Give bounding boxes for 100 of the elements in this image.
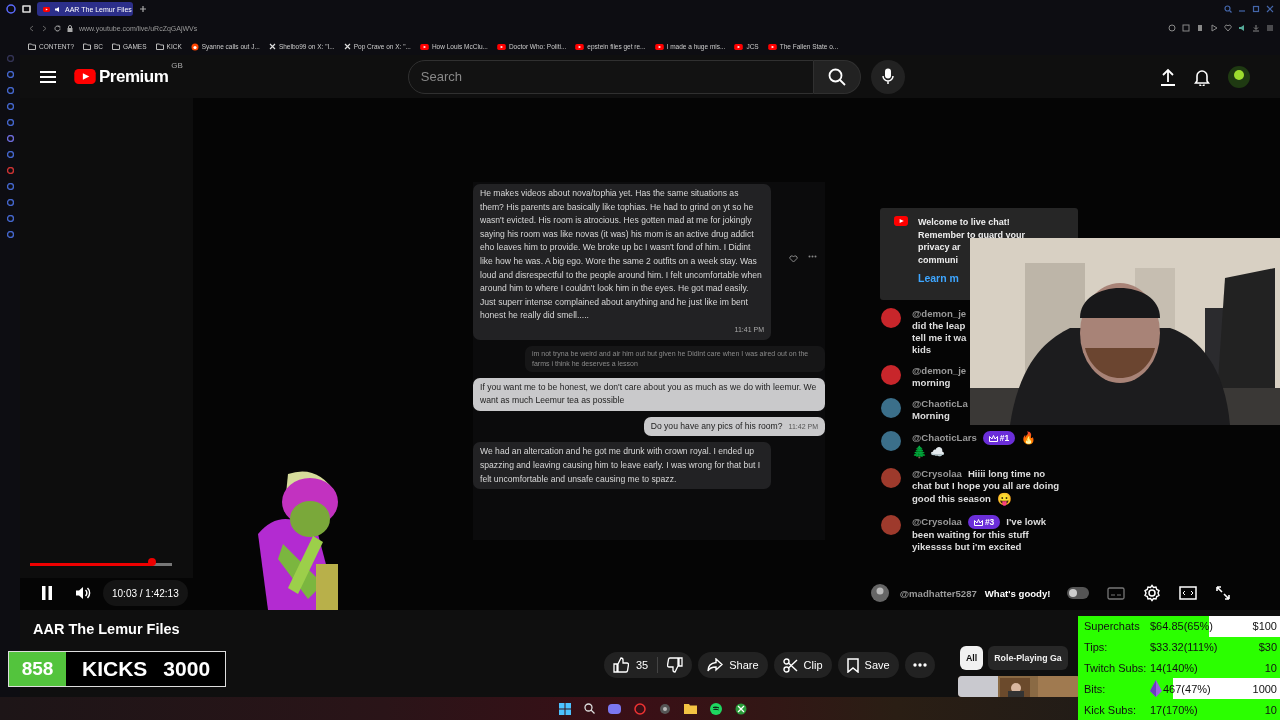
chat-message: good this season	[912, 493, 991, 505]
heart-icon[interactable]	[1224, 24, 1232, 32]
app-icon[interactable]	[6, 71, 14, 78]
goal-amount: 17(170%)	[1150, 703, 1198, 716]
chat-app-icon[interactable]	[608, 702, 621, 715]
app-icon[interactable]	[6, 103, 14, 110]
youtube-icon	[734, 43, 744, 50]
app-icon[interactable]	[659, 702, 671, 715]
youtube-icon	[575, 43, 585, 50]
filter-chip[interactable]: All	[960, 646, 984, 670]
progress-handle[interactable]	[148, 558, 157, 566]
chat-message: been waiting for this stuff	[912, 529, 1029, 541]
new-tab-icon[interactable]	[139, 5, 147, 13]
chat-message: Morning	[912, 410, 950, 422]
video-title: AAR The Lemur Files	[33, 621, 180, 639]
youtube-icon	[496, 43, 506, 50]
youtube-icon	[74, 69, 96, 84]
maximize-icon[interactable]	[1252, 5, 1260, 13]
app-icon[interactable]	[6, 119, 14, 126]
filter-chip[interactable]: Role-Playing Ga	[988, 646, 1068, 670]
chat-author[interactable]: @demon_je	[912, 308, 967, 320]
browser-icon[interactable]	[634, 702, 646, 715]
goal-label: Kick Subs:	[1083, 703, 1137, 716]
goal-target: $100	[1252, 620, 1278, 633]
volume-icon[interactable]	[75, 586, 91, 600]
lock-icon	[67, 24, 73, 32]
search-button[interactable]	[813, 59, 861, 94]
download-icon[interactable]	[1252, 24, 1260, 32]
more-button[interactable]	[904, 652, 935, 678]
close-icon[interactable]	[1266, 5, 1274, 13]
chat-author[interactable]: @Crysolaa	[912, 516, 962, 528]
youtube-icon	[43, 6, 50, 12]
scissors-icon	[782, 657, 798, 673]
rank-badge: #1	[982, 431, 1016, 445]
folder-icon	[155, 43, 164, 50]
folder-icon	[83, 43, 92, 50]
chat-message: morning	[912, 377, 951, 389]
share-button[interactable]: Share	[698, 652, 768, 678]
welcome-text: privacy ar	[918, 241, 962, 254]
settings-icon[interactable]	[1142, 584, 1161, 602]
chat-message: What's goody!	[984, 587, 1051, 599]
reload-icon[interactable]	[54, 24, 61, 32]
search-icon	[827, 67, 846, 86]
avatar-icon[interactable]	[1228, 65, 1250, 88]
tab-switcher-icon	[22, 5, 31, 13]
square-icon[interactable]	[1182, 24, 1190, 32]
app-icon[interactable]	[6, 215, 14, 222]
forward-icon[interactable]	[41, 24, 48, 32]
kick-goal: 3000	[163, 657, 211, 681]
kicks-label: KICKS	[82, 657, 148, 681]
windows-icon[interactable]	[559, 702, 571, 715]
chat-message: I've lowk	[1006, 516, 1046, 528]
goal-amount: $33.32(111%)	[1150, 641, 1218, 654]
search-field[interactable]: Search	[407, 59, 814, 94]
back-icon[interactable]	[28, 24, 35, 32]
app-icon[interactable]	[6, 167, 14, 174]
x-logo-icon	[343, 43, 351, 50]
react-icon[interactable]	[789, 255, 798, 263]
bookmark-icon	[846, 657, 859, 673]
save-button[interactable]: Save	[837, 652, 899, 678]
app-icon[interactable]	[6, 151, 14, 158]
chat-author[interactable]: @demon_je	[912, 365, 967, 377]
emoji: 🌲 ☁	[912, 445, 946, 459]
search-icon[interactable]	[584, 703, 595, 714]
chat-author[interactable]: @Crysolaa	[912, 468, 962, 480]
welcome-text: Welcome to live chat!	[918, 216, 1011, 229]
app-icon[interactable]	[6, 183, 14, 190]
welcome-text: communi	[918, 253, 959, 266]
microphone-button[interactable]	[870, 59, 905, 94]
goal-target: 10	[1264, 662, 1278, 674]
bell-icon[interactable]	[1194, 67, 1210, 86]
app-icon[interactable]	[6, 135, 14, 142]
music-app-icon[interactable]	[710, 702, 722, 715]
miniplayer-icon[interactable]	[1178, 586, 1197, 600]
goal-target: 1000	[1252, 682, 1278, 695]
x-logo-icon	[268, 43, 276, 50]
goal-amount: 14(140%)	[1150, 662, 1198, 674]
autoplay-toggle-icon[interactable]	[1066, 587, 1089, 599]
youtube-icon	[767, 43, 777, 50]
xbox-icon[interactable]	[735, 702, 747, 715]
app-icon[interactable]	[6, 87, 14, 94]
chat-message: tell me it wa	[912, 332, 967, 344]
chat-author[interactable]: @ChaoticLa	[912, 398, 968, 410]
folder-icon[interactable]	[684, 703, 697, 714]
app-icon[interactable]	[6, 231, 14, 238]
fullscreen-icon[interactable]	[1214, 585, 1231, 601]
learn-more-link[interactable]: Learn m	[918, 272, 959, 285]
youtube-icon	[419, 43, 429, 50]
more-icon[interactable]	[808, 255, 817, 258]
speaker-icon	[54, 5, 61, 13]
subtitles-icon[interactable]	[1106, 586, 1125, 600]
chat-author[interactable]: @ChaoticLars	[912, 432, 977, 444]
play-icon[interactable]	[1210, 24, 1218, 32]
chat-author[interactable]: @madhatter5287	[899, 587, 977, 599]
region-label: GB	[171, 60, 183, 70]
pause-icon[interactable]	[41, 586, 53, 600]
upload-icon[interactable]	[1160, 67, 1176, 86]
clip-button[interactable]: Clip	[773, 652, 832, 678]
speaker-icon[interactable]	[1238, 24, 1246, 32]
app-icon[interactable]	[6, 199, 14, 206]
